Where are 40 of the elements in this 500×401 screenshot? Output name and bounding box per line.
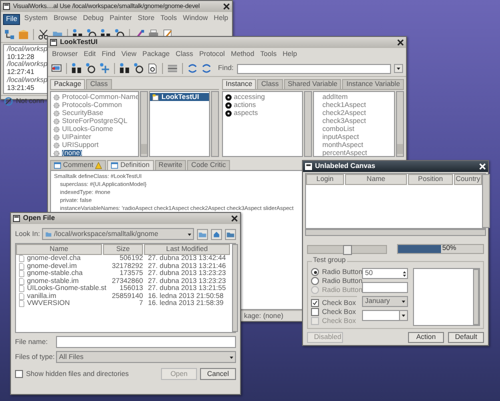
scrollbar[interactable]: [232, 244, 238, 332]
list-box[interactable]: [413, 268, 480, 326]
folder-up-icon[interactable]: [197, 228, 208, 240]
checkbox[interactable]: [311, 299, 319, 307]
slider[interactable]: [307, 244, 387, 254]
window-menu-icon[interactable]: [50, 39, 57, 46]
class-icon: [152, 94, 160, 100]
close-icon[interactable]: [231, 215, 238, 222]
close-icon[interactable]: [397, 39, 404, 46]
scrollbar[interactable]: [140, 91, 148, 157]
scissors-icon[interactable]: [38, 29, 49, 40]
radio-button[interactable]: [311, 268, 319, 276]
scrollbar[interactable]: [396, 91, 404, 157]
close-icon[interactable]: [223, 3, 230, 10]
combo-box[interactable]: [362, 310, 408, 321]
home-icon[interactable]: [211, 228, 222, 240]
window-menu-icon[interactable]: [3, 3, 10, 10]
monitor-icon[interactable]: [51, 63, 62, 74]
text-field[interactable]: [362, 282, 408, 293]
find-field[interactable]: [236, 64, 391, 74]
radio-button[interactable]: [311, 277, 319, 285]
window-menu-icon[interactable]: [13, 215, 20, 222]
arrows-icon[interactable]: [187, 63, 198, 74]
dropdown-arrow-icon: [228, 354, 235, 360]
dropdown-arrow-icon: [186, 230, 193, 238]
spinner-arrows-icon[interactable]: [402, 270, 407, 278]
checkbox[interactable]: [311, 308, 319, 316]
dropdown-arrow-icon: [400, 298, 407, 305]
scrollbar[interactable]: [482, 174, 490, 228]
folder-icon: [45, 230, 52, 238]
arrows-icon[interactable]: [201, 63, 212, 74]
new-folder-icon[interactable]: [225, 228, 236, 240]
scrollbar[interactable]: [210, 91, 219, 157]
page-icon[interactable]: [147, 63, 158, 74]
binoculars-icon[interactable]: [71, 63, 82, 74]
checkbox[interactable]: [15, 370, 23, 378]
scrollbar[interactable]: [304, 91, 312, 157]
slider-thumb[interactable]: [343, 244, 352, 254]
binoculars-icon[interactable]: [119, 63, 130, 74]
file-name-field[interactable]: [56, 336, 236, 348]
